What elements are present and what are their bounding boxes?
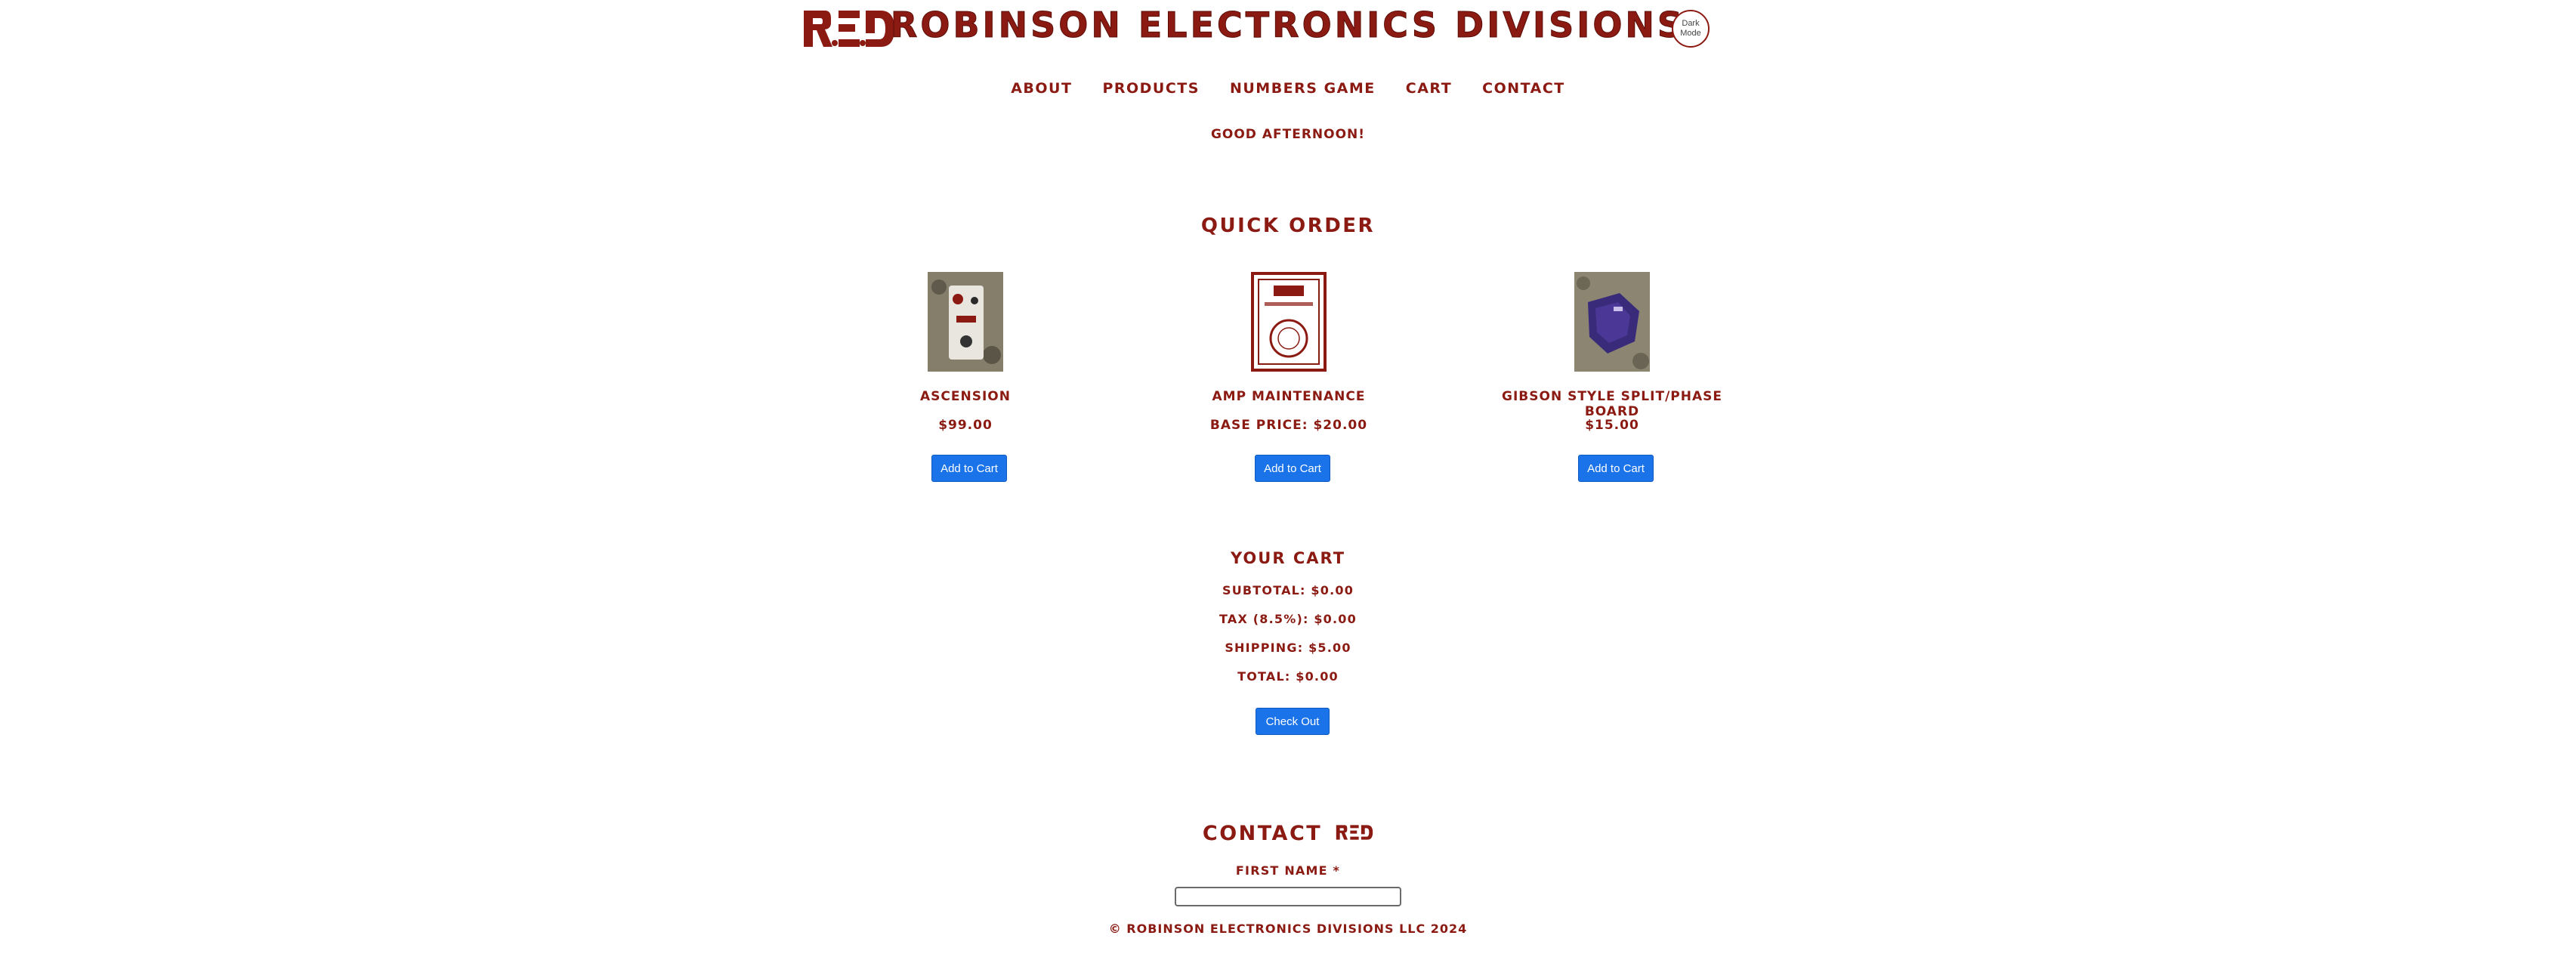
cart-subtotal: SUBTOTAL: $0.00 — [1222, 583, 1354, 597]
product-card-ascension: ASCENSION $99.00 Add to Cart — [837, 272, 1094, 499]
product-name: AMP MAINTENANCE — [1212, 389, 1366, 404]
quick-order-heading: QUICK ORDER — [1200, 215, 1376, 237]
red-logo-small-icon — [1336, 825, 1373, 840]
product-price: $15.00 — [1585, 418, 1639, 433]
contact-title: CONTACT — [1202, 822, 1323, 845]
greeting-text: GOOD AFTERNOON! — [1210, 127, 1366, 142]
add-to-cart-button[interactable]: Add to Cart — [931, 455, 1007, 482]
pedal-photo-icon[interactable] — [928, 272, 1003, 372]
checkout-button[interactable]: Check Out — [1256, 708, 1330, 735]
site-title: ROBINSON ELECTRONICS DIVISIONS — [890, 5, 1686, 46]
add-to-cart-button[interactable]: Add to Cart — [1578, 455, 1654, 482]
cart-total: TOTAL: $0.00 — [1237, 669, 1339, 684]
footer-copyright: © ROBINSON ELECTRONICS DIVISIONS LLC 202… — [1108, 922, 1468, 936]
product-price: $99.00 — [938, 418, 993, 433]
dark-mode-button[interactable]: Dark Mode — [1672, 10, 1710, 48]
product-card-amp-maintenance: AMP MAINTENANCE BASE PRICE: $20.00 Add t… — [1160, 272, 1417, 499]
nav-about[interactable]: ABOUT — [1011, 79, 1072, 101]
cart-shipping: SHIPPING: $5.00 — [1225, 641, 1351, 655]
product-name: ASCENSION — [920, 389, 1011, 404]
purple-board-photo-icon[interactable] — [1574, 272, 1650, 372]
product-name: GIBSON STYLE SPLIT/PHASE BOARD — [1502, 389, 1722, 419]
cart-heading: YOUR CART — [1230, 549, 1346, 567]
nav-products[interactable]: PRODUCTS — [1102, 79, 1200, 101]
cart-tax: TAX (8.5%): $0.00 — [1219, 612, 1357, 626]
add-to-cart-button[interactable]: Add to Cart — [1255, 455, 1330, 482]
nav-cart[interactable]: CART — [1406, 79, 1452, 101]
first-name-label: FIRST NAME * — [1235, 863, 1341, 878]
first-name-input[interactable] — [1175, 887, 1401, 906]
product-card-gibson-board: GIBSON STYLE SPLIT/PHASE BOARD $15.00 Ad… — [1484, 272, 1740, 499]
main-nav: ABOUT PRODUCTS NUMBERS GAME CART CONTACT — [0, 79, 2576, 101]
contact-heading: CONTACT — [0, 822, 2576, 845]
red-service-logo-icon[interactable] — [1251, 272, 1327, 372]
nav-contact[interactable]: CONTACT — [1482, 79, 1565, 101]
nav-numbers-game[interactable]: NUMBERS GAME — [1230, 79, 1376, 101]
product-price: BASE PRICE: $20.00 — [1209, 418, 1368, 433]
